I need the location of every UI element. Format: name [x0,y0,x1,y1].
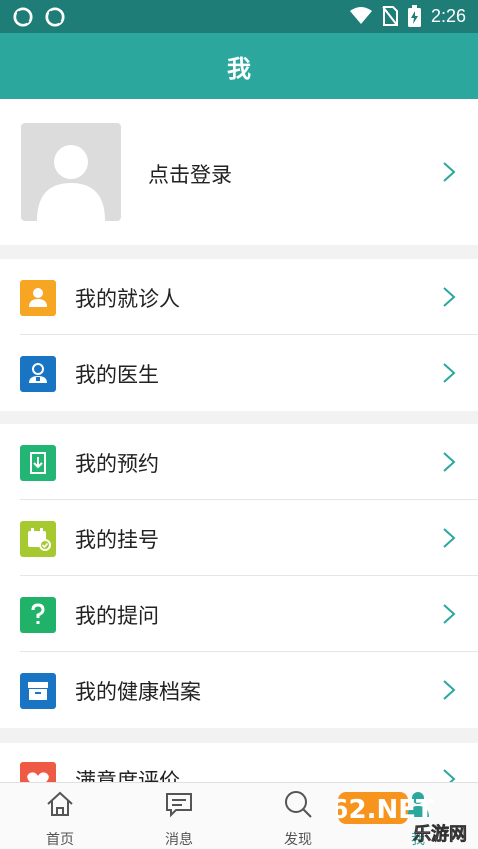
sync-app-icon [13,7,33,27]
chevron-right-icon [443,162,456,182]
menu-item-label: 我的提问 [75,604,159,628]
menu-item-label: 我的健康档案 [75,680,201,704]
menu-item-my-health-records[interactable]: 我的健康档案 [0,652,478,728]
tab-home[interactable]: 首页 [20,783,100,849]
doctor-icon [20,356,56,392]
chevron-right-icon [443,528,456,548]
menu-item-my-registrations[interactable]: 我的挂号 [0,500,478,576]
home-icon [47,791,73,816]
menu-item-satisfaction-rating[interactable]: 满意度评价 [0,743,478,782]
health-record-icon [20,673,56,709]
status-bar: 2:26 [0,0,478,33]
title-bar: 我 [0,33,478,99]
patient-icon [20,280,56,316]
search-icon [285,791,312,818]
tab-discover[interactable]: 发现 [258,783,338,849]
question-icon [20,597,56,633]
battery-charging-icon [407,5,421,27]
wifi-icon [349,7,372,24]
tab-label: 消息 [165,832,193,848]
tab-messages[interactable]: 消息 [139,783,219,849]
menu-item-label: 满意度评价 [75,769,180,782]
sync-app-icon [45,7,65,27]
no-sim-icon [382,6,398,26]
login-label: 点击登录 [148,163,232,187]
menu-item-label: 我的就诊人 [75,287,180,311]
menu-section-3: 满意度评价 [0,743,478,782]
avatar [21,123,121,221]
message-icon [166,793,192,818]
chevron-right-icon [443,363,456,383]
default-avatar-icon [37,145,105,221]
heart-icon [20,762,56,782]
menu-item-my-patients[interactable]: 我的就诊人 [0,259,478,335]
menu-section-1: 我的就诊人 我的医生 [0,259,478,411]
clock: 2:26 [430,5,466,26]
watermark-logo: 962.NET 乐游网 [336,792,467,845]
page-title: 我 [227,54,251,83]
profile-login-row[interactable]: 点击登录 [0,99,478,245]
tab-label: 首页 [46,832,74,848]
appointment-icon [20,445,56,481]
chevron-right-icon [443,680,456,700]
menu-item-label: 我的预约 [75,452,159,476]
menu-item-my-doctors[interactable]: 我的医生 [0,335,478,411]
chevron-right-icon [443,452,456,472]
chevron-right-icon [443,604,456,624]
chevron-right-icon [443,769,456,782]
watermark-subtext: 乐游网 [413,823,467,845]
tab-label: 发现 [284,832,312,848]
menu-item-label: 我的医生 [75,363,159,387]
menu-item-my-questions[interactable]: 我的提问 [0,576,478,652]
registration-icon [20,521,56,557]
watermark-text: 962.NET [336,795,434,825]
menu-item-my-appointments[interactable]: 我的预约 [0,424,478,500]
menu-section-2: 我的预约 我的挂号 我的提问 我的健康档案 [0,424,478,728]
chevron-right-icon [443,287,456,307]
menu-item-label: 我的挂号 [75,528,159,552]
